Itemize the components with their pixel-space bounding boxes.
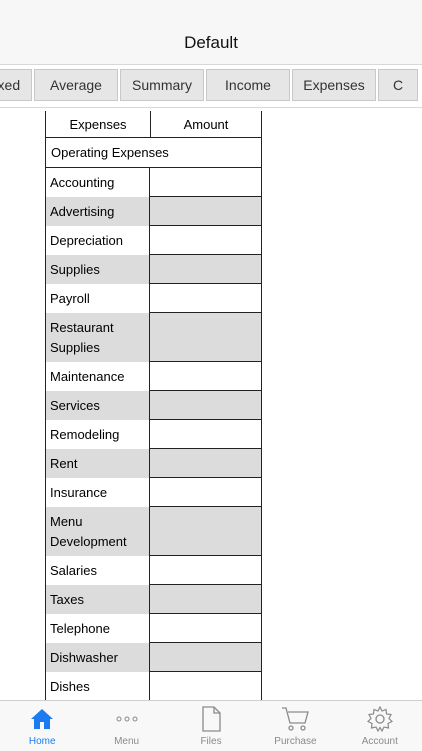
- table-row: Payroll: [46, 284, 261, 313]
- amount-cell[interactable]: [150, 614, 261, 643]
- table-row: Depreciation: [46, 226, 261, 255]
- table-row: Telephone: [46, 614, 261, 643]
- expense-label: Taxes: [46, 585, 150, 614]
- navigation-bar: Default: [0, 0, 422, 65]
- expense-label: Payroll: [46, 284, 150, 313]
- table-row: Accounting: [46, 168, 261, 197]
- tab-account[interactable]: Account: [338, 701, 422, 751]
- table-row: Remodeling: [46, 420, 261, 449]
- amount-cell[interactable]: [150, 168, 261, 197]
- amount-cell[interactable]: [150, 226, 261, 255]
- expense-label: Dishwasher: [46, 643, 150, 672]
- table-row: Taxes: [46, 585, 261, 614]
- segment-tabs: FixedAverageSummaryIncomeExpensesC: [0, 67, 422, 108]
- table-row: Menu Development: [46, 507, 261, 556]
- expense-label: Advertising: [46, 197, 150, 226]
- tab-c[interactable]: C: [378, 69, 418, 101]
- expenses-table: Expenses Amount Operating Expenses Accou…: [45, 111, 262, 701]
- home-icon: [27, 706, 57, 732]
- table-row: Dishwasher: [46, 643, 261, 672]
- table-row: Maintenance: [46, 362, 261, 391]
- expense-label: Salaries: [46, 556, 150, 585]
- table-row: Dishes: [46, 672, 261, 701]
- expense-label: Insurance: [46, 478, 150, 507]
- table-header: Expenses Amount: [46, 111, 261, 138]
- amount-cell[interactable]: [150, 585, 261, 614]
- more-dots-icon: [112, 706, 142, 732]
- expense-label: Telephone: [46, 614, 150, 643]
- tab-expenses[interactable]: Expenses: [292, 69, 376, 101]
- amount-cell[interactable]: [150, 313, 261, 362]
- amount-cell[interactable]: [150, 507, 261, 556]
- cart-icon: [280, 706, 310, 732]
- amount-cell[interactable]: [150, 672, 261, 701]
- tab-income[interactable]: Income: [206, 69, 290, 101]
- tab-home[interactable]: Home: [0, 701, 84, 751]
- amount-cell[interactable]: [150, 255, 261, 284]
- bottom-tab-bar: Home Menu Files Purchase Account: [0, 700, 422, 751]
- amount-cell[interactable]: [150, 449, 261, 478]
- expense-label: Depreciation: [46, 226, 150, 255]
- column-header-expenses: Expenses: [46, 111, 151, 137]
- tab-menu[interactable]: Menu: [84, 701, 168, 751]
- expense-label: Remodeling: [46, 420, 150, 449]
- amount-cell[interactable]: [150, 197, 261, 226]
- tab-files[interactable]: Files: [169, 701, 253, 751]
- tab-home-label: Home: [28, 736, 56, 747]
- expense-label: Menu Development: [46, 507, 150, 556]
- page-title: Default: [184, 33, 238, 52]
- amount-cell[interactable]: [150, 420, 261, 449]
- document-icon: [196, 706, 226, 732]
- tab-purchase[interactable]: Purchase: [253, 701, 337, 751]
- amount-cell[interactable]: [150, 643, 261, 672]
- expense-label: Rent: [46, 449, 150, 478]
- tab-menu-label: Menu: [114, 736, 140, 747]
- expense-label: Accounting: [46, 168, 150, 197]
- gear-icon: [365, 706, 395, 732]
- tab-summary[interactable]: Summary: [120, 69, 204, 101]
- table-row: Rent: [46, 449, 261, 478]
- expense-label: Maintenance: [46, 362, 150, 391]
- table-row: Insurance: [46, 478, 261, 507]
- amount-cell[interactable]: [150, 362, 261, 391]
- expense-label: Dishes: [46, 672, 150, 701]
- tab-purchase-label: Purchase: [274, 736, 317, 747]
- table-row: Advertising: [46, 197, 261, 226]
- expense-label: Supplies: [46, 255, 150, 284]
- tab-fixed[interactable]: Fixed: [0, 69, 32, 101]
- column-header-amount: Amount: [183, 116, 229, 132]
- expense-label: Services: [46, 391, 150, 420]
- section-heading: Operating Expenses: [46, 138, 261, 168]
- tab-files-label: Files: [200, 736, 222, 747]
- amount-cell[interactable]: [150, 478, 261, 507]
- amount-cell[interactable]: [150, 556, 261, 585]
- table-row: Services: [46, 391, 261, 420]
- tab-account-label: Account: [361, 736, 398, 747]
- table-row: Restaurant Supplies: [46, 313, 261, 362]
- amount-cell[interactable]: [150, 284, 261, 313]
- table-row: Salaries: [46, 556, 261, 585]
- expense-label: Restaurant Supplies: [46, 313, 150, 362]
- amount-cell[interactable]: [150, 391, 261, 420]
- table-row: Supplies: [46, 255, 261, 284]
- tab-average[interactable]: Average: [34, 69, 118, 101]
